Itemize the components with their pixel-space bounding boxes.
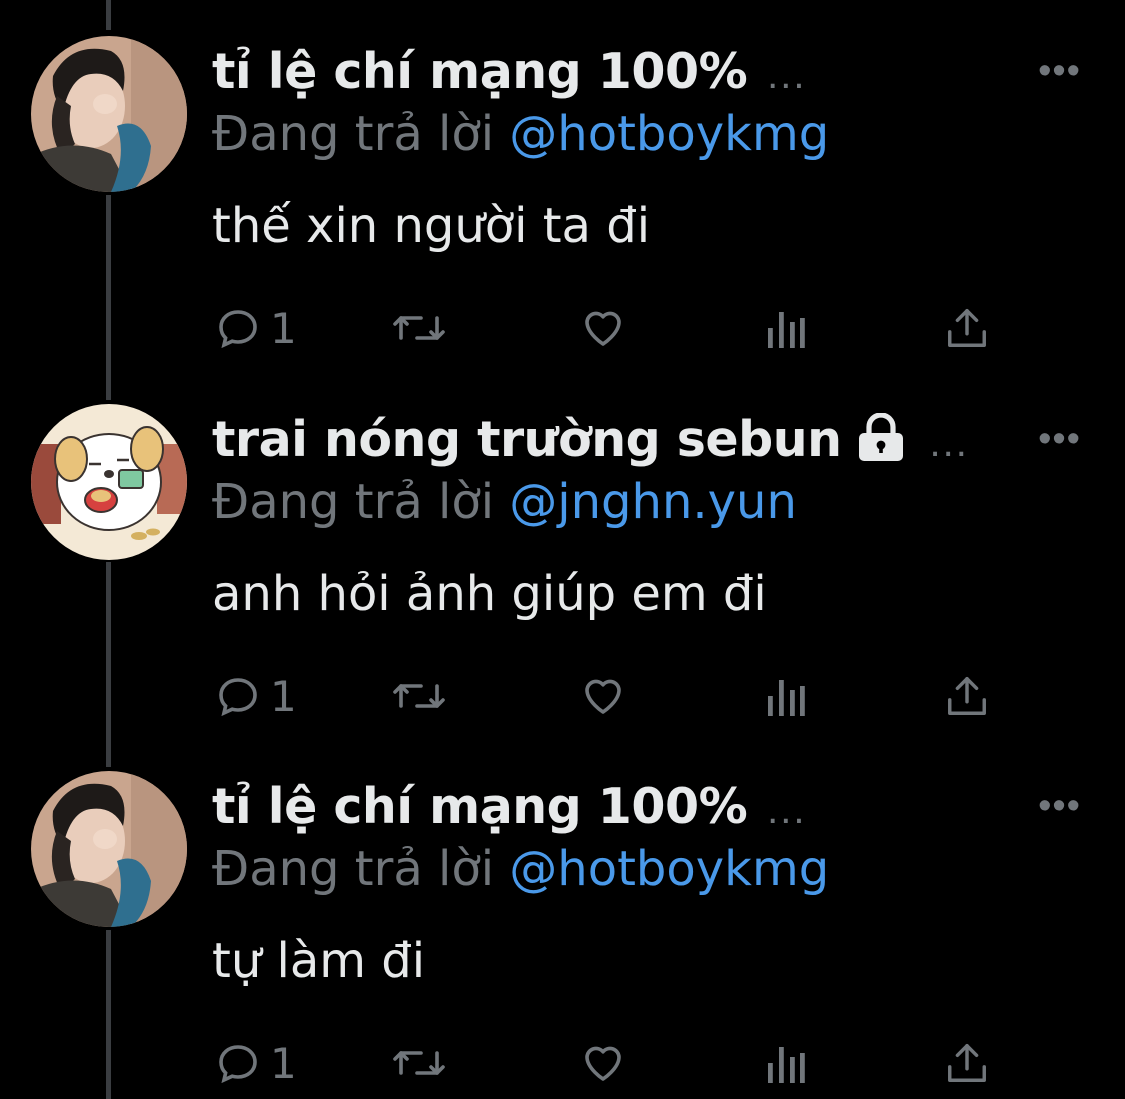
reply-icon [219,1045,257,1084]
more-icon[interactable]: ••• [1038,50,1081,93]
replying-to: Đang trả lời @hotboykmg [212,841,829,897]
reply-icon [219,678,257,717]
reply-button[interactable]: 1 [214,1033,297,1093]
action-bar: 1 [0,1033,1125,1093]
reply-count: 1 [270,303,297,353]
mention-link[interactable]: @jnghn.yun [509,474,797,530]
retweet-button[interactable] [388,1033,450,1093]
reply-button[interactable]: 1 [214,298,297,358]
name-ellipsis: ... [767,52,807,97]
views-button[interactable] [764,298,808,358]
name-ellipsis: ... [929,420,969,465]
tweet-header: trai nóng trường sebun ... [212,404,969,474]
tweet-text: thế xin người ta đi [212,198,651,254]
replying-to: Đang trả lời @hotboykmg [212,106,829,162]
mention-link[interactable]: @hotboykmg [509,841,829,897]
reply-count: 1 [270,671,297,721]
replying-prefix: Đang trả lời [212,106,495,162]
retweet-icon [393,684,445,708]
like-button[interactable] [578,1033,628,1093]
lock-icon [853,411,909,466]
tweet-header: tỉ lệ chí mạng 100% ... [212,36,807,106]
views-icon [768,1047,805,1083]
tweet[interactable]: tỉ lệ chí mạng 100% ... ••• Đang trả lời… [0,36,1125,366]
tweet-header: tỉ lệ chí mạng 100% ... [212,771,807,841]
action-bar: 1 [0,298,1125,358]
tweet[interactable]: trai nóng trường sebun ... ••• Đang trả … [0,404,1125,734]
replying-prefix: Đang trả lời [212,841,495,897]
share-icon [948,309,986,347]
like-button[interactable] [578,298,628,358]
replying-prefix: Đang trả lời [212,474,495,530]
tweet-text: tự làm đi [212,933,426,989]
tweet[interactable]: tỉ lệ chí mạng 100% ... ••• Đang trả lời… [0,771,1125,1099]
replying-to: Đang trả lời @jnghn.yun [212,474,797,530]
reply-button[interactable]: 1 [214,666,297,726]
mention-link[interactable]: @hotboykmg [509,106,829,162]
share-button[interactable] [944,1033,990,1093]
share-button[interactable] [944,298,990,358]
retweet-button[interactable] [388,666,450,726]
views-icon [768,312,805,348]
reply-icon [219,310,257,349]
like-button[interactable] [578,666,628,726]
action-bar: 1 [0,666,1125,726]
reply-count: 1 [270,1038,297,1088]
tweet-text: anh hỏi ảnh giúp em đi [212,566,767,622]
views-button[interactable] [764,1033,808,1093]
views-icon [768,680,805,716]
display-name[interactable]: tỉ lệ chí mạng 100% [212,43,748,100]
like-icon [585,311,621,346]
cartoon-dog-avatar[interactable] [31,404,187,560]
display-name[interactable]: trai nóng trường sebun [212,411,842,468]
retweet-icon [393,316,445,340]
name-ellipsis: ... [767,787,807,832]
views-button[interactable] [764,666,808,726]
more-icon[interactable]: ••• [1038,418,1081,461]
photo-avatar[interactable] [31,771,187,927]
photo-avatar[interactable] [31,36,187,192]
display-name[interactable]: tỉ lệ chí mạng 100% [212,778,748,835]
share-icon [948,1044,986,1082]
retweet-icon [393,1051,445,1075]
like-icon [585,679,621,714]
retweet-button[interactable] [388,298,450,358]
share-icon [948,677,986,715]
share-button[interactable] [944,666,990,726]
more-icon[interactable]: ••• [1038,785,1081,828]
thread-line [106,0,111,30]
like-icon [585,1046,621,1081]
